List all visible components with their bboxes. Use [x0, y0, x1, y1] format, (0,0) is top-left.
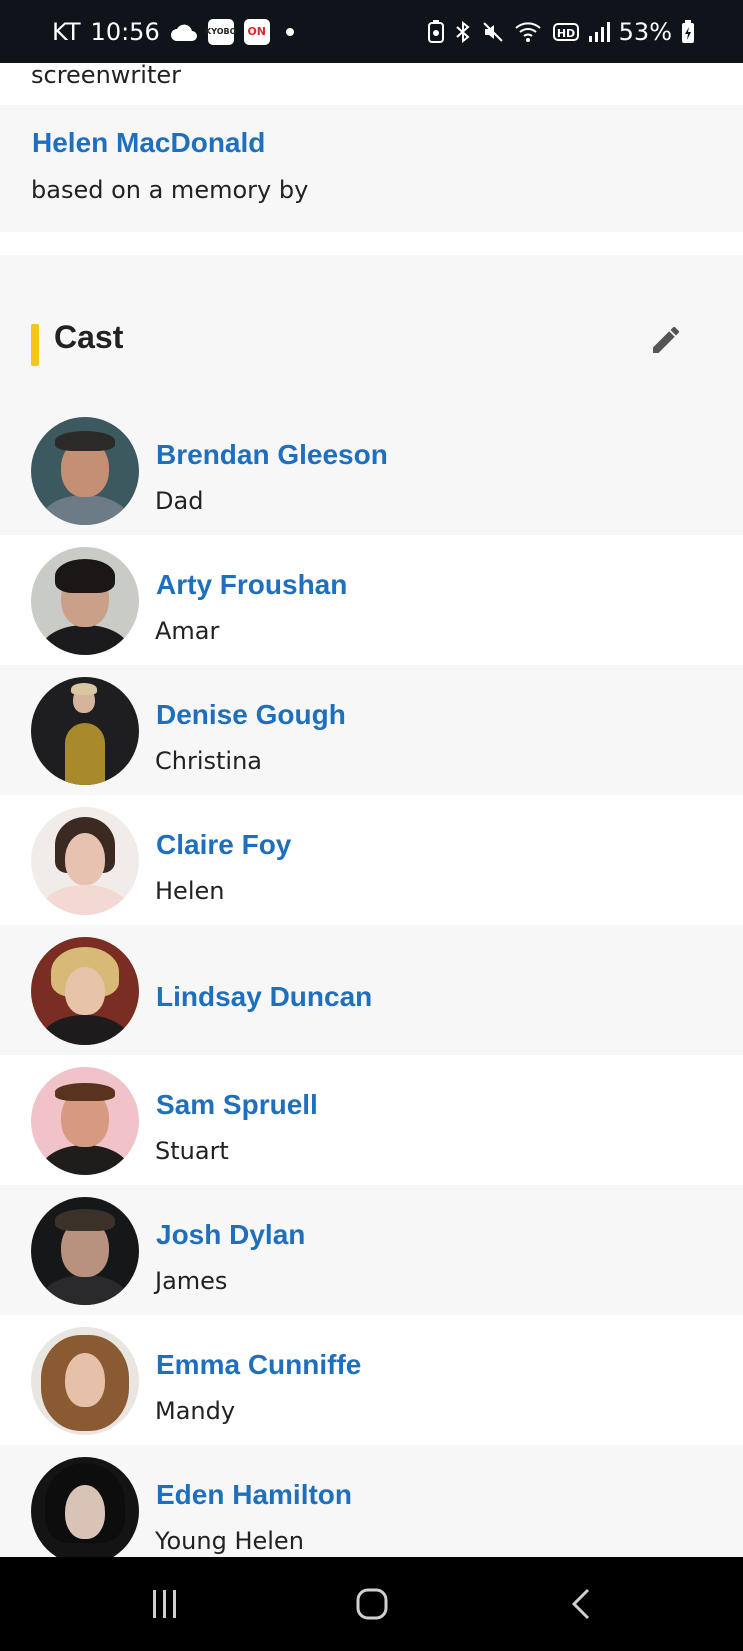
actor-photo [31, 1197, 139, 1305]
status-bar: KT 10:56 KYOBO ON HD 53% [0, 0, 743, 63]
on-app-icon: ON [243, 18, 270, 45]
cast-row[interactable]: Arty Froushan Amar [0, 535, 743, 665]
signal-icon [588, 21, 610, 43]
actor-name-link[interactable]: Josh Dylan [156, 1219, 305, 1251]
recents-button[interactable] [140, 1579, 190, 1629]
actor-photo [31, 677, 139, 785]
character-name: Mandy [155, 1397, 236, 1425]
recents-icon [153, 1590, 176, 1618]
back-icon [571, 1588, 590, 1620]
actor-name-link[interactable]: Eden Hamilton [156, 1479, 352, 1511]
back-button[interactable] [557, 1579, 607, 1629]
cast-section: Cast Brendan Gleeson Dad Arty Froushan A… [0, 255, 743, 1557]
cast-row[interactable]: Claire Foy Helen [0, 795, 743, 925]
previous-credit-role: screenwriter [31, 63, 181, 89]
cast-row[interactable]: Sam Spruell Stuart [0, 1055, 743, 1185]
cloud-notification-icon [170, 21, 198, 43]
section-title: Cast [54, 319, 124, 355]
character-name: Stuart [155, 1137, 229, 1165]
battery-saver-icon [427, 19, 445, 44]
actor-photo [31, 547, 139, 655]
wifi-icon [514, 20, 544, 44]
actor-photo [31, 1327, 139, 1435]
actor-name-link[interactable]: Brendan Gleeson [156, 439, 388, 471]
cast-row[interactable]: Josh Dylan James [0, 1185, 743, 1315]
battery-charging-icon [681, 19, 695, 44]
battery-percent: 53% [618, 17, 672, 46]
system-nav-bar [0, 1557, 743, 1651]
kyobo-app-icon: KYOBO [205, 18, 236, 45]
actor-name-link[interactable]: Arty Froushan [156, 569, 347, 601]
actor-name-link[interactable]: Sam Spruell [156, 1089, 318, 1121]
status-left: KT 10:56 KYOBO ON [52, 18, 294, 46]
actor-photo [31, 807, 139, 915]
status-right: HD 53% [427, 18, 695, 46]
svg-text:HD: HD [556, 27, 574, 40]
pencil-icon [653, 326, 680, 353]
character-name: Christina [155, 747, 263, 775]
cast-row[interactable]: Lindsay Duncan [0, 925, 743, 1055]
actor-photo [31, 417, 139, 525]
credit-name-link[interactable]: Helen MacDonald [32, 127, 265, 159]
cast-row[interactable]: Brendan Gleeson Dad [0, 405, 743, 535]
actor-name-link[interactable]: Denise Gough [156, 699, 346, 731]
character-name: Amar [155, 617, 220, 645]
character-name: Young Helen [155, 1527, 304, 1555]
cast-row[interactable]: Emma Cunniffe Mandy [0, 1315, 743, 1445]
cast-row[interactable]: Denise Gough Christina [0, 665, 743, 795]
home-button[interactable] [347, 1579, 397, 1629]
cast-list: Brendan Gleeson Dad Arty Froushan Amar D… [0, 405, 743, 1557]
credit-row[interactable]: Helen MacDonald based on a memory by [0, 105, 743, 232]
actor-photo [31, 1457, 139, 1557]
actor-photo [31, 937, 139, 1045]
actor-name-link[interactable]: Lindsay Duncan [156, 981, 372, 1013]
home-icon [356, 1588, 388, 1620]
character-name: James [155, 1267, 228, 1295]
clock: 10:56 [90, 17, 160, 46]
cast-row[interactable]: Eden Hamilton Young Helen [0, 1445, 743, 1557]
carrier-label: KT [52, 17, 81, 46]
actor-name-link[interactable]: Claire Foy [156, 829, 291, 861]
hd-voice-icon: HD [552, 22, 579, 42]
actor-name-link[interactable]: Emma Cunniffe [156, 1349, 361, 1381]
character-name: Helen [155, 877, 225, 905]
credits-content[interactable]: screenwriter Helen MacDonald based on a … [0, 63, 743, 1557]
section-accent-bar [31, 324, 39, 366]
cast-header: Cast [0, 255, 743, 405]
mute-icon [481, 20, 505, 44]
character-name: Dad [155, 487, 204, 515]
credit-role: based on a memory by [31, 176, 309, 204]
actor-photo [31, 1067, 139, 1175]
edit-cast-button[interactable] [643, 315, 691, 363]
more-notifications-dot [285, 27, 294, 36]
bluetooth-icon [454, 20, 472, 44]
